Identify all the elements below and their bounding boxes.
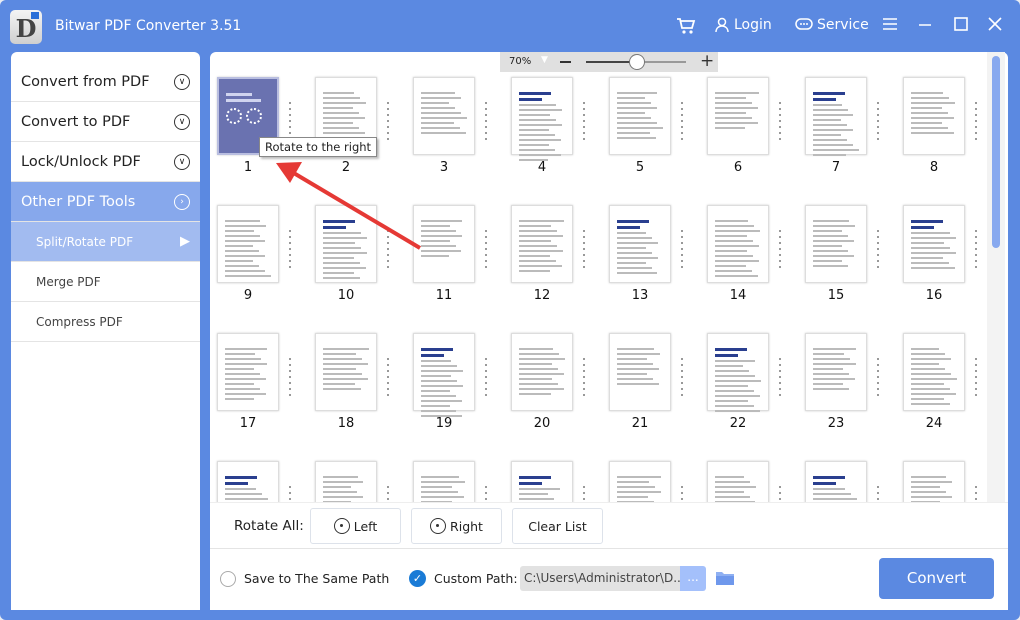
red-arrow-annotation — [276, 162, 422, 250]
app-window: D Bitwar PDF Converter 3.51 Login Servic… — [0, 0, 1020, 620]
